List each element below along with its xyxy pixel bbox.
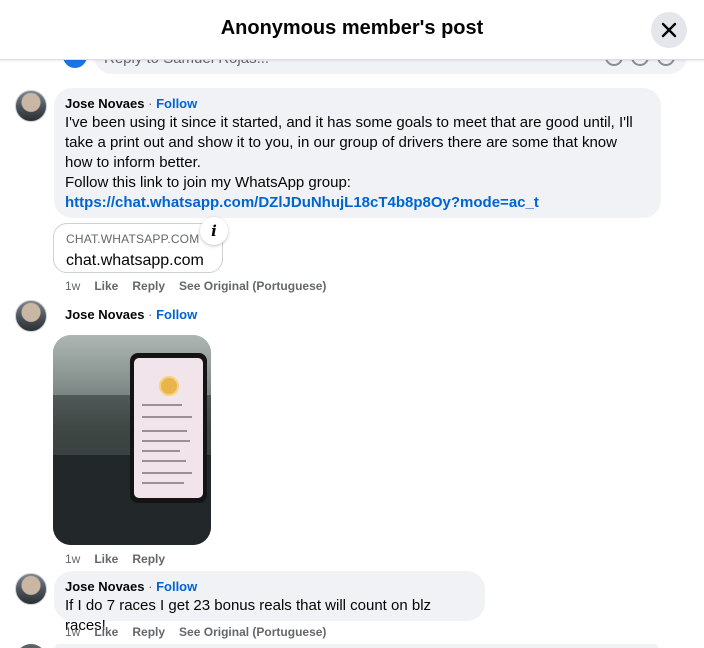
link-domain: CHAT.WHATSAPP.COM	[66, 232, 200, 246]
link-title: chat.whatsapp.com	[66, 252, 204, 269]
comment-actions: 1w Like Reply See Original (Portuguese)	[65, 279, 326, 293]
timestamp[interactable]: 1w	[65, 625, 80, 639]
info-icon[interactable]: i	[200, 217, 228, 245]
see-original-button[interactable]: See Original (Portuguese)	[179, 279, 326, 293]
comment-photo[interactable]	[53, 335, 211, 545]
author-line: Jose Novaes · Follow	[65, 307, 198, 322]
comment-bubble: Jose Novaes · Follow If I do 7 races I g…	[54, 571, 485, 634]
phone-in-photo	[130, 353, 207, 503]
timestamp[interactable]: 1w	[65, 279, 80, 293]
close-icon	[661, 22, 677, 38]
dialog-header: Anonymous member's post	[0, 0, 704, 60]
reply-button[interactable]: Reply	[132, 625, 165, 639]
link-preview-card[interactable]: CHAT.WHATSAPP.COM chat.whatsapp.com	[53, 223, 223, 273]
comment-actions: 1w Like Reply See Original (Portuguese)	[65, 625, 326, 639]
follow-link[interactable]: Follow	[156, 579, 197, 594]
see-original-button[interactable]: See Original (Portuguese)	[179, 625, 326, 639]
whatsapp-link[interactable]: https://chat.whatsapp.com/DZlJDuNhujL18c…	[65, 193, 649, 213]
avatar[interactable]	[15, 300, 47, 332]
author-name[interactable]: Jose Novaes	[65, 307, 145, 322]
reply-button[interactable]: Reply	[132, 552, 165, 566]
like-button[interactable]: Like	[94, 552, 118, 566]
follow-link[interactable]: Follow	[156, 96, 197, 111]
follow-link[interactable]: Follow	[156, 307, 197, 322]
reply-button[interactable]: Reply	[132, 279, 165, 293]
comment-text: I've been using it since it started, and…	[65, 113, 649, 213]
author-line: Jose Novaes · Follow	[65, 579, 198, 594]
comment-bubble	[54, 644, 659, 648]
timestamp[interactable]: 1w	[65, 552, 80, 566]
comment-bubble: Jose Novaes · Follow I've been using it …	[54, 88, 661, 218]
avatar[interactable]	[15, 90, 47, 122]
avatar	[15, 644, 47, 648]
close-button[interactable]	[651, 12, 687, 48]
author-name[interactable]: Jose Novaes	[65, 96, 145, 111]
dialog-title: Anonymous member's post	[220, 17, 484, 39]
author-line: Jose Novaes · Follow	[65, 96, 198, 111]
avatar[interactable]	[15, 573, 47, 605]
like-button[interactable]: Like	[94, 625, 118, 639]
comment-actions: 1w Like Reply	[65, 552, 165, 566]
author-name[interactable]: Jose Novaes	[65, 579, 145, 594]
like-button[interactable]: Like	[94, 279, 118, 293]
